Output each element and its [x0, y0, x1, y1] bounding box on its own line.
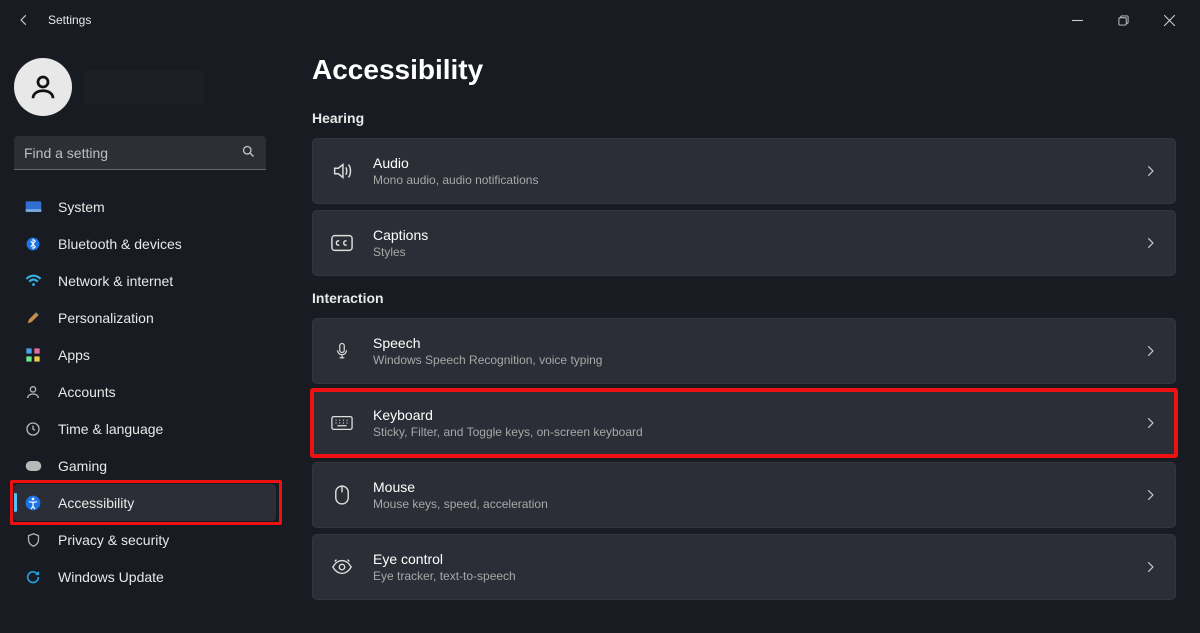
nav-label: Accounts [58, 384, 116, 400]
nav-list: System Bluetooth & devices Network & int… [14, 188, 276, 595]
chevron-right-icon [1143, 416, 1157, 430]
card-sub: Mouse keys, speed, acceleration [373, 497, 1143, 511]
chevron-right-icon [1143, 344, 1157, 358]
captions-icon [331, 232, 353, 254]
card-keyboard[interactable]: Keyboard Sticky, Filter, and Toggle keys… [312, 390, 1176, 456]
nav-bluetooth[interactable]: Bluetooth & devices [14, 225, 276, 262]
update-icon [24, 568, 42, 586]
main-content: Accessibility Hearing Audio Mono audio, … [290, 40, 1200, 633]
nav-system[interactable]: System [14, 188, 276, 225]
nav-accessibility[interactable]: Accessibility [14, 484, 276, 521]
card-eye-control[interactable]: Eye control Eye tracker, text-to-speech [312, 534, 1176, 600]
card-audio[interactable]: Audio Mono audio, audio notifications [312, 138, 1176, 204]
card-sub: Sticky, Filter, and Toggle keys, on-scre… [373, 425, 1143, 439]
nav-apps[interactable]: Apps [14, 336, 276, 373]
paintbrush-icon [24, 309, 42, 327]
card-sub: Styles [373, 245, 1143, 259]
nav-time[interactable]: Time & language [14, 410, 276, 447]
nav-label: Apps [58, 347, 90, 363]
card-title: Audio [373, 155, 1143, 171]
bluetooth-icon [24, 235, 42, 253]
accessibility-icon [24, 494, 42, 512]
nav-label: Bluetooth & devices [58, 236, 182, 252]
nav-personalization[interactable]: Personalization [14, 299, 276, 336]
wifi-icon [24, 272, 42, 290]
nav-gaming[interactable]: Gaming [14, 447, 276, 484]
card-title: Keyboard [373, 407, 1143, 423]
nav-label: Time & language [58, 421, 163, 437]
card-sub: Windows Speech Recognition, voice typing [373, 353, 1143, 367]
nav-accounts[interactable]: Accounts [14, 373, 276, 410]
close-button[interactable] [1146, 4, 1192, 36]
window-title: Settings [48, 13, 91, 27]
apps-icon [24, 346, 42, 364]
sidebar: System Bluetooth & devices Network & int… [0, 40, 290, 633]
search-icon [241, 144, 256, 159]
card-captions[interactable]: Captions Styles [312, 210, 1176, 276]
maximize-button[interactable] [1100, 4, 1146, 36]
nav-label: Network & internet [58, 273, 173, 289]
nav-label: Personalization [58, 310, 154, 326]
user-profile[interactable] [14, 58, 276, 116]
minimize-button[interactable] [1054, 4, 1100, 36]
nav-privacy[interactable]: Privacy & security [14, 521, 276, 558]
chevron-right-icon [1143, 164, 1157, 178]
card-speech[interactable]: Speech Windows Speech Recognition, voice… [312, 318, 1176, 384]
audio-icon [331, 160, 353, 182]
mouse-icon [331, 484, 353, 506]
shield-icon [24, 531, 42, 549]
user-name-redacted [84, 70, 204, 104]
nav-label: Windows Update [58, 569, 164, 585]
system-icon [24, 198, 42, 216]
page-title: Accessibility [312, 54, 1176, 86]
nav-label: Gaming [58, 458, 107, 474]
card-sub: Mono audio, audio notifications [373, 173, 1143, 187]
back-button[interactable] [8, 4, 40, 36]
card-title: Speech [373, 335, 1143, 351]
gaming-icon [24, 457, 42, 475]
section-interaction: Interaction [312, 290, 1176, 306]
nav-update[interactable]: Windows Update [14, 558, 276, 595]
search-input[interactable] [14, 136, 266, 170]
keyboard-icon [331, 412, 353, 434]
nav-network[interactable]: Network & internet [14, 262, 276, 299]
nav-label: Privacy & security [58, 532, 169, 548]
card-title: Captions [373, 227, 1143, 243]
accounts-icon [24, 383, 42, 401]
section-hearing: Hearing [312, 110, 1176, 126]
clock-icon [24, 420, 42, 438]
chevron-right-icon [1143, 560, 1157, 574]
microphone-icon [331, 340, 353, 362]
card-mouse[interactable]: Mouse Mouse keys, speed, acceleration [312, 462, 1176, 528]
card-title: Eye control [373, 551, 1143, 567]
eye-icon [331, 556, 353, 578]
card-sub: Eye tracker, text-to-speech [373, 569, 1143, 583]
chevron-right-icon [1143, 488, 1157, 502]
title-bar: Settings [0, 0, 1200, 40]
nav-label: Accessibility [58, 495, 134, 511]
chevron-right-icon [1143, 236, 1157, 250]
card-title: Mouse [373, 479, 1143, 495]
avatar [14, 58, 72, 116]
nav-label: System [58, 199, 105, 215]
